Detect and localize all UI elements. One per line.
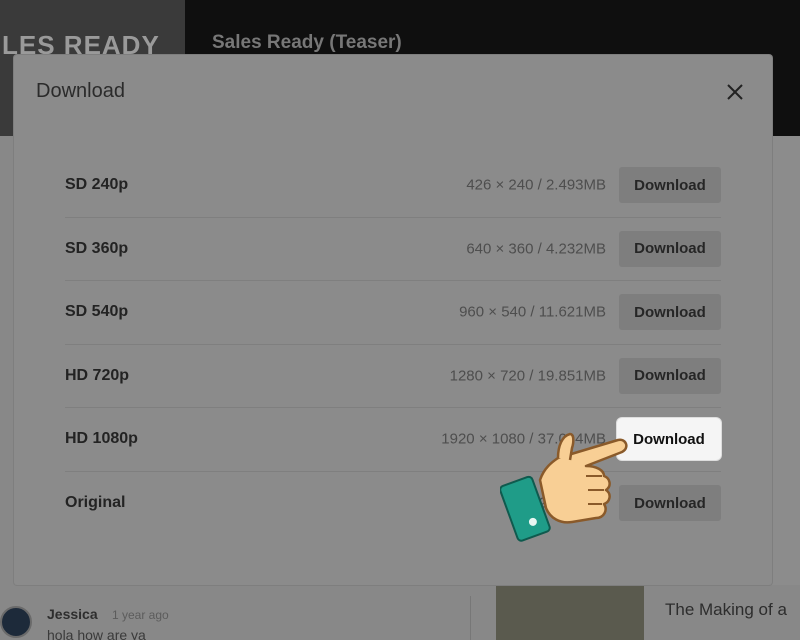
comment-time: 1 year ago	[112, 608, 169, 622]
download-row-sd-540p: SD 540p 960 × 540 / 11.621MB Download	[65, 281, 721, 345]
download-row-original: Original 1920 × 1080 Download	[65, 472, 721, 536]
download-button-sd-540p[interactable]: Download	[619, 294, 721, 331]
download-button-sd-240p[interactable]: Download	[619, 167, 721, 204]
download-options-list: SD 240p 426 × 240 / 2.493MB Download SD …	[65, 154, 721, 535]
download-row-hd-1080p: HD 1080p 1920 × 1080 / 37.094MB Download	[65, 408, 721, 472]
download-button-sd-360p[interactable]: Download	[619, 230, 721, 267]
download-button-original[interactable]: Download	[619, 485, 721, 522]
close-icon	[727, 84, 743, 100]
resolution-size: 960 × 540 / 11.621MB	[459, 303, 606, 321]
page-title: Sales Ready (Teaser)	[212, 32, 402, 53]
comment-text: hola how are ya	[47, 627, 146, 640]
download-row-sd-240p: SD 240p 426 × 240 / 2.493MB Download	[65, 154, 721, 218]
close-button[interactable]	[722, 79, 748, 105]
related-video-thumbnail[interactable]	[496, 585, 644, 640]
download-row-hd-720p: HD 720p 1280 × 720 / 19.851MB Download	[65, 345, 721, 408]
commenter-avatar[interactable]	[0, 606, 32, 638]
left-content-strip	[0, 136, 14, 640]
resolution-size: 1920 × 1080 / 37.094MB	[441, 430, 606, 448]
quality-label: SD 360p	[65, 239, 129, 257]
resolution-size: 1280 × 720 / 19.851MB	[449, 367, 606, 385]
quality-label: HD 720p	[65, 366, 130, 384]
resolution-size: 640 × 360 / 4.232MB	[466, 240, 606, 258]
download-row-sd-360p: SD 360p 640 × 360 / 4.232MB Download	[65, 218, 721, 281]
download-button-hd-1080p[interactable]: Download	[617, 418, 721, 461]
resolution-size: 1920 × 1080	[522, 494, 606, 512]
right-content-strip	[772, 136, 800, 640]
dialog-title: Download	[36, 80, 125, 102]
download-button-hd-720p[interactable]: Download	[619, 357, 721, 394]
quality-label: SD 240p	[65, 176, 129, 194]
download-dialog: Download SD 240p 426 × 240 / 2.493MB Dow…	[14, 55, 772, 585]
resolution-size: 426 × 240 / 2.493MB	[466, 176, 606, 194]
quality-label: HD 1080p	[65, 430, 138, 448]
related-video-title[interactable]: The Making of a	[665, 600, 787, 620]
commenter-name[interactable]: Jessica	[47, 606, 98, 622]
divider	[470, 596, 471, 640]
quality-label: SD 540p	[65, 303, 129, 321]
quality-label: Original	[65, 494, 126, 512]
